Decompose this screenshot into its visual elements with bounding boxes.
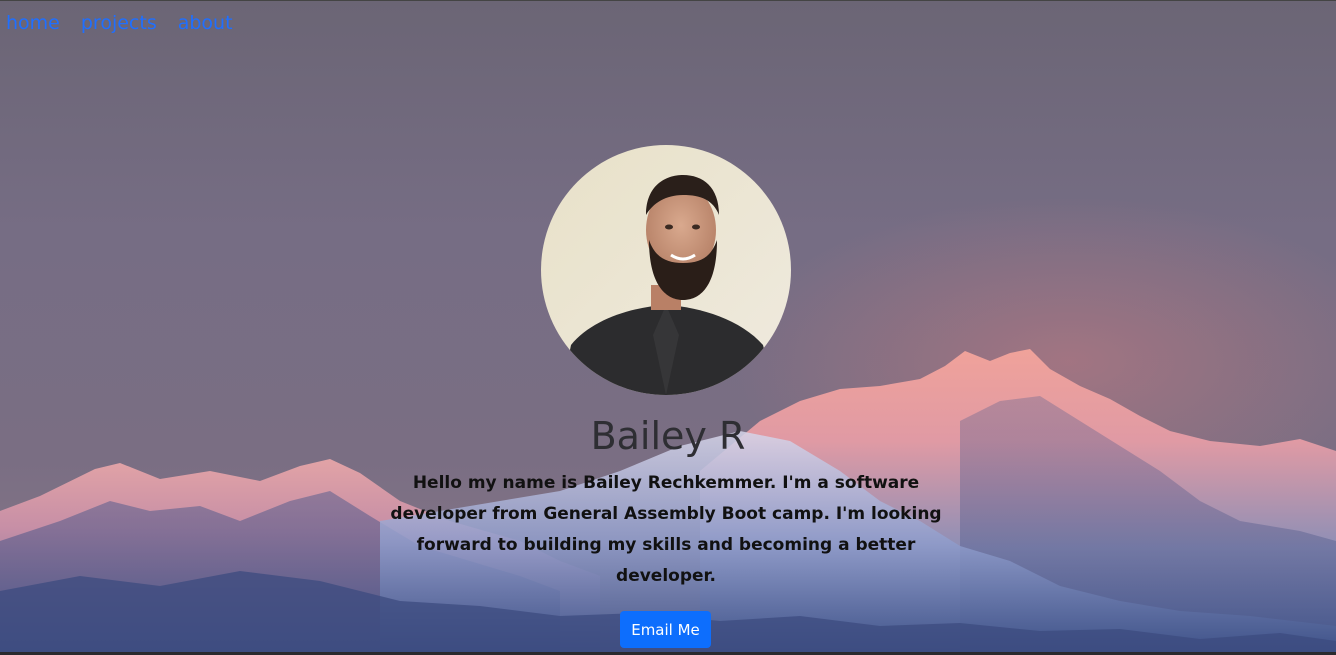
email-me-button[interactable]: Email Me xyxy=(620,611,711,648)
profile-avatar xyxy=(541,145,791,395)
top-nav: home projects about xyxy=(6,14,233,33)
nav-link-projects[interactable]: projects xyxy=(81,14,157,33)
profile-name: Bailey R xyxy=(590,414,746,458)
nav-link-about[interactable]: about xyxy=(178,14,233,33)
profile-bio: Hello my name is Bailey Rechkemmer. I'm … xyxy=(390,473,942,586)
profile-photo-image xyxy=(541,145,791,395)
page: home projects about Bailey R Hello my na… xyxy=(0,0,1336,655)
nav-link-home[interactable]: home xyxy=(6,14,60,33)
